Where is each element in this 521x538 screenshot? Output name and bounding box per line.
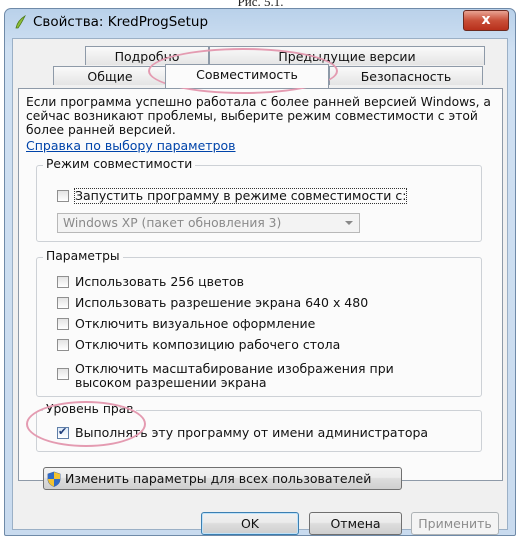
- compat-mode-row: Запустить программу в режиме совместимос…: [57, 188, 408, 204]
- shield-icon: [47, 471, 61, 487]
- compat-mode-group: Режим совместимости Запустить программу …: [36, 157, 482, 242]
- properties-window: Свойства: KredProgSetup x Подробно Преды…: [4, 8, 516, 536]
- tab-security[interactable]: Безопасность: [329, 66, 483, 85]
- run-as-admin-label: Выполнять эту программу от имени админис…: [75, 425, 429, 440]
- apply-button: Применить: [411, 512, 499, 535]
- compat-mode-checkbox[interactable]: [57, 190, 69, 202]
- ok-button[interactable]: OK: [201, 512, 299, 535]
- option-checkbox[interactable]: [57, 339, 69, 351]
- intro-text: Если программа успешно работала с более …: [26, 95, 491, 137]
- option-label-line1: Отключить масштабирование изображения пр…: [75, 361, 394, 376]
- run-as-admin-row[interactable]: Выполнять эту программу от имени админис…: [57, 425, 429, 440]
- tab-label: Общие: [87, 69, 133, 84]
- option-checkbox[interactable]: [57, 368, 69, 380]
- compatibility-panel: Если программа успешно работала с более …: [18, 88, 503, 481]
- close-icon: x: [481, 12, 491, 28]
- privilege-title: Уровень прав: [43, 402, 137, 416]
- settings-group: Параметры Использовать 256 цветов Исполь…: [36, 249, 482, 397]
- tab-label: Предыдущие версии: [278, 49, 416, 64]
- option-disable-visual-themes[interactable]: Отключить визуальное оформление: [57, 317, 315, 331]
- tab-details[interactable]: Подробно: [85, 46, 209, 65]
- program-icon: [15, 15, 26, 29]
- change-all-users-button[interactable]: Изменить параметры для всех пользователе…: [43, 467, 402, 490]
- cancel-button[interactable]: Отмена: [309, 512, 402, 535]
- tab-general[interactable]: Общие: [53, 66, 167, 85]
- apply-label: Применить: [418, 516, 492, 531]
- compat-mode-title: Режим совместимости: [43, 157, 196, 171]
- cancel-label: Отмена: [330, 516, 381, 531]
- tab-previous-versions[interactable]: Предыдущие версии: [209, 46, 485, 65]
- option-256-colors[interactable]: Использовать 256 цветов: [57, 275, 244, 289]
- help-link[interactable]: Справка по выбору параметров: [26, 138, 236, 153]
- tab-label: Подробно: [114, 49, 180, 64]
- option-640x480[interactable]: Использовать разрешение экрана 640 x 480: [57, 296, 368, 310]
- dialog-client: Подробно Предыдущие версии Общие Совмест…: [12, 38, 508, 535]
- tab-compatibility[interactable]: Совместимость: [165, 64, 329, 88]
- option-label-line2: высоком разрешении экрана: [75, 375, 267, 390]
- option-disable-composition[interactable]: Отключить композицию рабочего стола: [57, 338, 340, 352]
- tab-label: Безопасность: [360, 69, 452, 84]
- ok-label: OK: [240, 516, 260, 531]
- compat-mode-label[interactable]: Запустить программу в режиме совместимос…: [73, 188, 408, 204]
- settings-title: Параметры: [43, 249, 123, 263]
- os-version-select[interactable]: Windows XP (пакет обновления 3): [57, 213, 360, 233]
- option-checkbox[interactable]: [57, 318, 69, 330]
- option-label: Отключить композицию рабочего стола: [75, 337, 341, 352]
- option-label: Отключить масштабирование изображения пр…: [75, 362, 394, 390]
- option-label: Отключить визуальное оформление: [75, 316, 316, 331]
- run-as-admin-checkbox[interactable]: [57, 425, 69, 439]
- privilege-group: Уровень прав Выполнять эту программу от …: [36, 402, 482, 452]
- option-label: Использовать разрешение экрана 640 x 480: [75, 295, 369, 310]
- change-all-users-label: Изменить параметры для всех пользователе…: [65, 471, 372, 486]
- option-checkbox[interactable]: [57, 297, 69, 309]
- option-label: Использовать 256 цветов: [75, 274, 245, 289]
- tab-label: Совместимость: [196, 67, 298, 82]
- window-title: Свойства: KredProgSetup: [33, 14, 209, 30]
- os-version-value: Windows XP (пакет обновления 3): [63, 216, 282, 230]
- option-checkbox[interactable]: [57, 276, 69, 288]
- option-disable-dpi-scaling[interactable]: Отключить масштабирование изображения пр…: [57, 362, 394, 390]
- chevron-down-icon: [345, 221, 353, 225]
- close-button[interactable]: x: [463, 10, 509, 31]
